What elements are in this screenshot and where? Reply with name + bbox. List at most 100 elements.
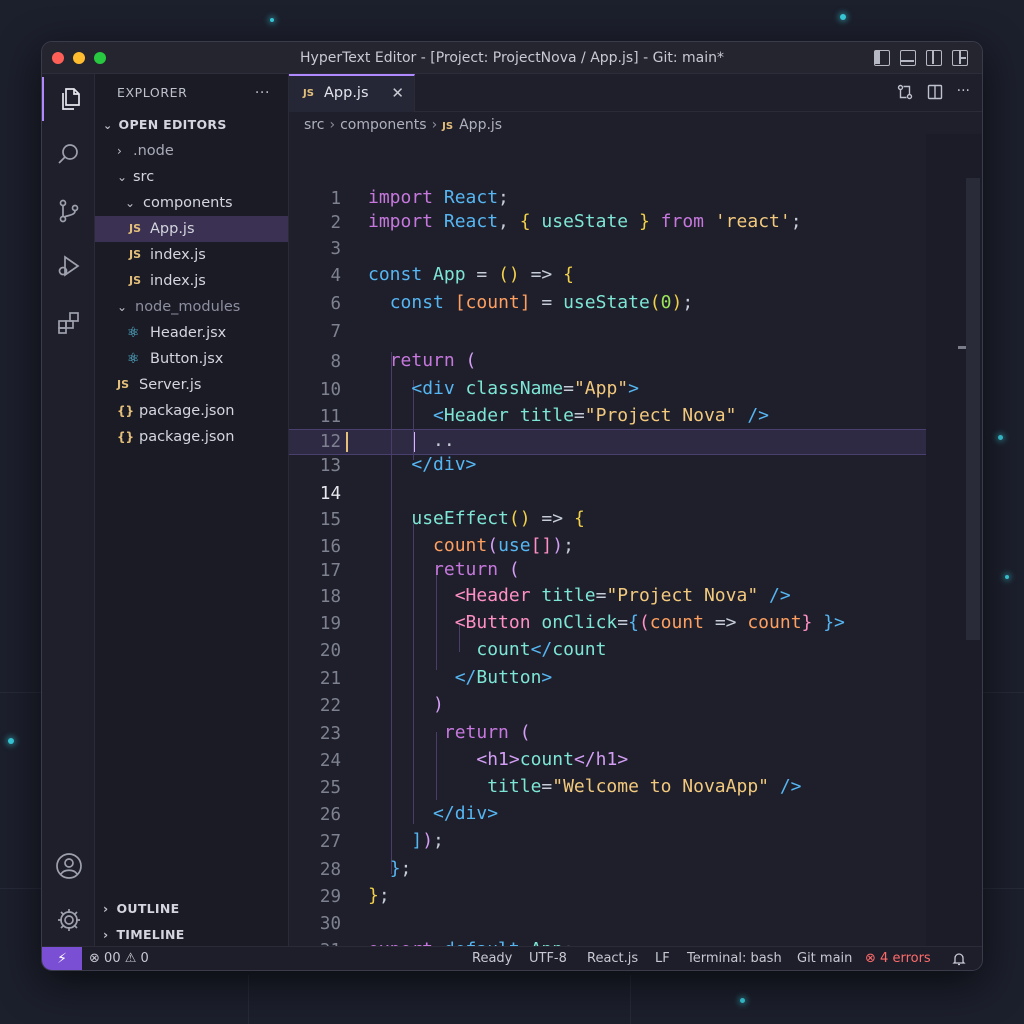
- tab-app-js[interactable]: JS App.js ✕: [289, 74, 415, 112]
- javascript-file-icon: JS: [117, 378, 130, 391]
- breadcrumb-item[interactable]: components: [340, 117, 427, 133]
- toggle-secondary-sidebar-icon[interactable]: [926, 50, 942, 66]
- code-token: import: [368, 211, 444, 232]
- close-tab-icon[interactable]: ✕: [391, 84, 404, 102]
- account-icon: [55, 853, 82, 879]
- open-editors-label: OPEN EDITORS: [118, 117, 227, 132]
- chevron-right-icon: ›: [103, 901, 109, 916]
- customize-layout-icon[interactable]: [952, 50, 968, 66]
- status-errors[interactable]: ⊗ 4 errors: [865, 947, 931, 970]
- code-token: (: [465, 350, 477, 371]
- explorer-sidebar: EXPLORER ··· ⌄ OPEN EDITORS › .node ⌄ src…: [95, 74, 289, 948]
- open-editors-section[interactable]: ⌄ OPEN EDITORS: [95, 112, 288, 138]
- more-actions-icon[interactable]: ···: [255, 74, 270, 112]
- code-token: Header: [465, 585, 542, 606]
- line-number: 30: [319, 914, 341, 934]
- code-line: useEffect() => {: [368, 508, 584, 529]
- code-token: ): [671, 292, 683, 313]
- breadcrumb-file[interactable]: App.js: [459, 117, 502, 133]
- minimap[interactable]: [926, 134, 982, 948]
- code-token: }: [368, 885, 379, 906]
- tree-item-label: Server.js: [139, 377, 202, 393]
- code-token: <: [454, 585, 466, 606]
- line-number: 26: [319, 805, 341, 825]
- more-actions-icon[interactable]: ···: [957, 84, 970, 100]
- editor-actions: ···: [897, 84, 970, 100]
- search-button[interactable]: [42, 132, 95, 176]
- extensions-button[interactable]: [42, 301, 95, 345]
- status-language[interactable]: React.js: [587, 947, 638, 970]
- layout-controls: [874, 50, 968, 66]
- tree-item-label: index.js: [150, 247, 206, 263]
- explorer-button[interactable]: [42, 77, 95, 121]
- code-token: React: [443, 211, 499, 232]
- tree-file-package-json[interactable]: {} package.json: [95, 424, 288, 450]
- background-star: [270, 18, 274, 22]
- notifications-bell-icon[interactable]: [952, 947, 966, 970]
- breadcrumb: src › components › JS App.js: [304, 114, 502, 136]
- toggle-primary-sidebar-icon[interactable]: [874, 50, 890, 66]
- tree-file-header-jsx[interactable]: ⚛ Header.jsx: [95, 320, 288, 346]
- file-tree: › .node ⌄ src ⌄ components JS App.js JS …: [95, 138, 288, 450]
- code-token: count: [552, 639, 607, 660]
- code-token: Button: [476, 667, 542, 688]
- tree-file-index-js[interactable]: JS index.js: [95, 268, 288, 294]
- code-token: ): [422, 830, 434, 851]
- chevron-right-icon: ›: [103, 927, 109, 942]
- code-token: 0: [660, 292, 672, 313]
- source-control-button[interactable]: [42, 189, 95, 233]
- tree-file-button-jsx[interactable]: ⚛ Button.jsx: [95, 346, 288, 372]
- account-button[interactable]: [42, 844, 95, 888]
- code-token: use: [498, 535, 531, 556]
- code-token: React: [443, 187, 499, 208]
- status-eol[interactable]: LF: [655, 947, 670, 970]
- breadcrumb-item[interactable]: src: [304, 117, 324, 133]
- tree-file-package-json[interactable]: {} package.json: [95, 398, 288, 424]
- react-file-icon: ⚛: [127, 325, 140, 341]
- code-token: =: [595, 585, 607, 606]
- status-git-branch[interactable]: Git main: [797, 947, 852, 970]
- tree-folder-src[interactable]: ⌄ src: [95, 164, 288, 190]
- run-debug-button[interactable]: [42, 244, 95, 288]
- outline-label: OUTLINE: [116, 901, 180, 916]
- status-encoding[interactable]: UTF-8: [529, 947, 567, 970]
- compare-changes-icon[interactable]: [897, 84, 913, 100]
- code-token: />: [736, 405, 769, 426]
- scrollbar-thumb[interactable]: [966, 178, 980, 640]
- tree-folder-node-modules[interactable]: ⌄ node_modules: [95, 294, 288, 320]
- code-token: <: [454, 612, 466, 633]
- activity-bar: [42, 74, 95, 948]
- outline-section[interactable]: › OUTLINE: [95, 896, 288, 922]
- settings-button[interactable]: [42, 898, 95, 942]
- split-editor-icon[interactable]: [927, 84, 943, 100]
- line-number: 7: [330, 322, 341, 342]
- code-token: h1: [487, 749, 509, 770]
- code-token: count: [476, 639, 531, 660]
- tree-folder-components[interactable]: ⌄ components: [95, 190, 288, 216]
- code-token: ;: [433, 830, 444, 851]
- tree-file-index-js[interactable]: JS index.js: [95, 242, 288, 268]
- remote-indicator[interactable]: ⚡: [42, 947, 82, 970]
- breadcrumb-separator: ›: [329, 117, 336, 133]
- tree-item-label: index.js: [150, 273, 206, 289]
- status-terminal[interactable]: Terminal: bash: [687, 947, 782, 970]
- tree-file-server-js[interactable]: JS Server.js: [95, 372, 288, 398]
- code-token: ): [552, 535, 564, 556]
- line-number: 10: [319, 380, 341, 400]
- breadcrumb-separator: ›: [431, 117, 438, 133]
- tree-file-app-js[interactable]: JS App.js: [95, 216, 288, 242]
- line-number: 4: [330, 266, 341, 286]
- code-token: App: [433, 264, 466, 285]
- code-token: />: [758, 585, 791, 606]
- toggle-panel-icon[interactable]: [900, 50, 916, 66]
- code-editor[interactable]: 1 import React; 2 import React, { useState …: [289, 134, 969, 948]
- tree-folder-node[interactable]: › .node: [95, 138, 288, 164]
- timeline-section[interactable]: › TIMELINE: [95, 922, 288, 948]
- problems-indicator[interactable]: ⊗ 00 ⚠ 0: [89, 947, 149, 970]
